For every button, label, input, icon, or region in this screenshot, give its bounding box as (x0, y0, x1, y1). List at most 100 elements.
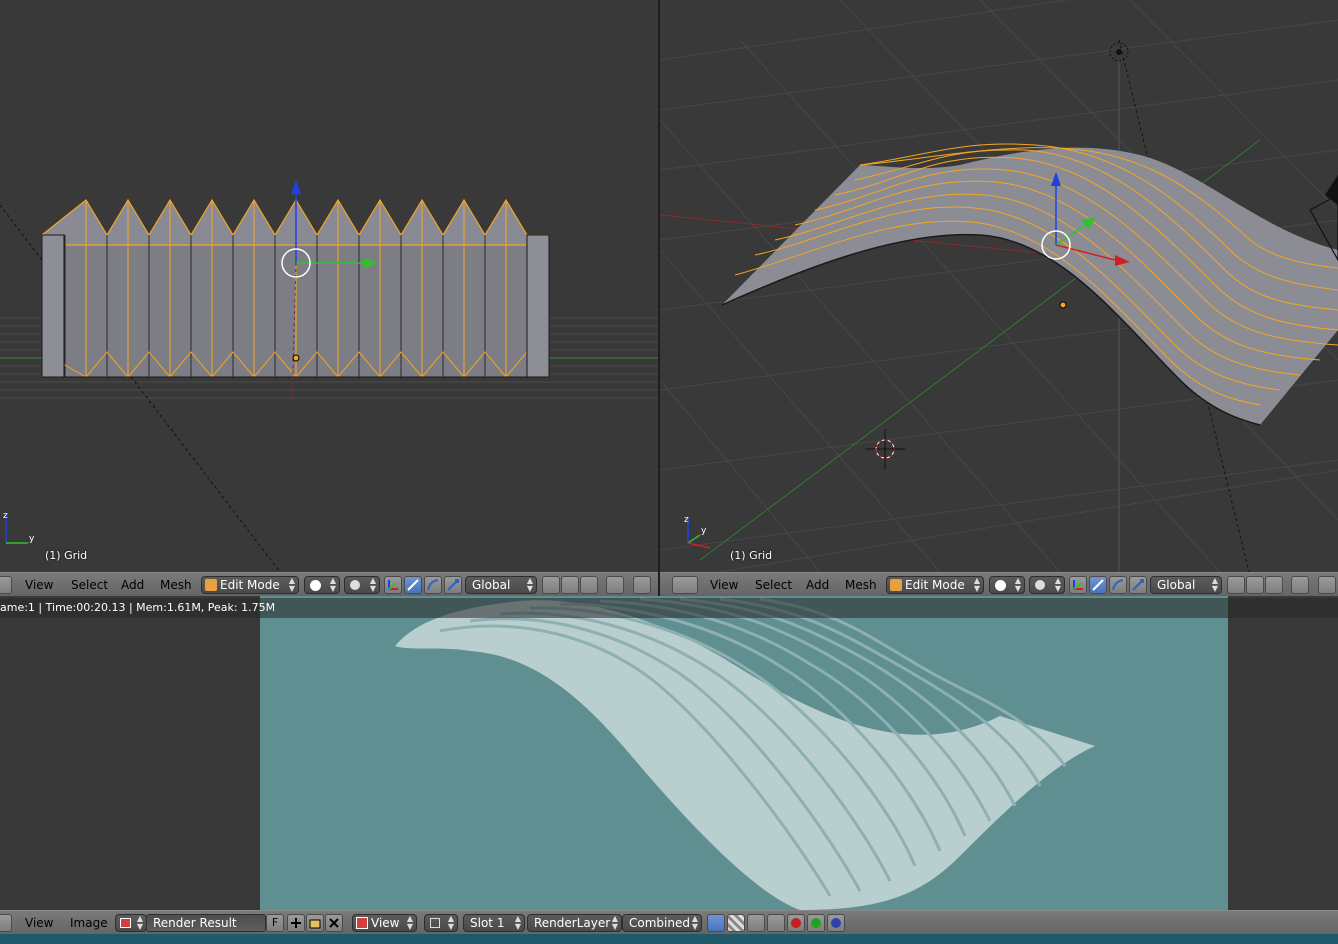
menu-view-right[interactable]: View (710, 576, 738, 594)
proportional-editing-button[interactable] (633, 576, 651, 594)
right-3d-viewport[interactable]: z y (1) Grid (660, 0, 1338, 572)
manipulator-toggle-right[interactable] (1069, 576, 1087, 594)
updown-arrow-icon: ▲ ▼ (611, 914, 618, 931)
view-axis-indicator-right: z y (684, 515, 711, 549)
render-slot-selector[interactable]: Slot 1 ▲ ▼ (463, 914, 525, 932)
image-editor-header: View Image ▲ ▼ Render Result F View ▲ ▼ ▲ ▼… (0, 910, 1338, 934)
blue-channel-button[interactable] (827, 914, 845, 932)
scale-manipulator-button[interactable] (444, 576, 462, 594)
mode-selector-right[interactable]: Edit Mode ▲ ▼ (886, 576, 984, 594)
menu-add[interactable]: Add (121, 576, 144, 594)
editor-type-menu-right[interactable] (672, 576, 698, 594)
image-name-field[interactable]: Render Result (146, 914, 266, 932)
mode-selector[interactable]: Edit Mode ▲ ▼ (201, 576, 299, 594)
render-stats-bar: ame:1 | Time:00:20.13 | Mem:1.61M, Peak:… (0, 598, 1338, 618)
face-select-mode-button[interactable] (580, 576, 598, 594)
object-name-label-right: (1) Grid (730, 549, 773, 562)
menu-select[interactable]: Select (71, 576, 108, 594)
solid-shading-icon (995, 580, 1006, 591)
menu-image[interactable]: Image (70, 914, 108, 932)
updown-arrow-icon: ▲ ▼ (406, 914, 413, 931)
updown-arrow-icon: ▲ ▼ (526, 576, 533, 593)
updown-arrow-icon: ▲ ▼ (288, 576, 295, 593)
view-mode-selector[interactable]: View ▲ ▼ (352, 914, 417, 932)
menu-mesh-right[interactable]: Mesh (845, 576, 877, 594)
face-select-mode-button-right[interactable] (1265, 576, 1283, 594)
pivot-icon (430, 918, 440, 928)
image-icon (120, 918, 131, 928)
updown-arrow-icon: ▲ ▼ (136, 914, 143, 931)
fake-user-button[interactable]: F (266, 914, 284, 932)
new-image-button[interactable] (287, 914, 305, 932)
right-view-header: View Select Add Mesh Edit Mode ▲ ▼ ▲ ▼ ▲ ▼ … (660, 572, 1338, 596)
edge-select-mode-button[interactable] (561, 576, 579, 594)
updown-arrow-icon: ▲ ▼ (1014, 576, 1021, 593)
svg-text:z: z (3, 511, 8, 521)
open-image-button[interactable] (306, 914, 324, 932)
updown-arrow-icon: ▲ ▼ (1211, 576, 1218, 593)
svg-text:z: z (684, 515, 689, 525)
draw-alpha-only-button[interactable] (767, 914, 785, 932)
3d-cursor-icon[interactable] (865, 429, 905, 469)
updown-arrow-icon: ▲ ▼ (691, 914, 698, 931)
unlink-image-button[interactable] (325, 914, 343, 932)
vertex-select-mode-button-right[interactable] (1227, 576, 1245, 594)
menu-select-right[interactable]: Select (755, 576, 792, 594)
pivot-icon (1035, 580, 1045, 590)
scale-manipulator-button-right[interactable] (1129, 576, 1147, 594)
vertex-select-mode-button[interactable] (542, 576, 560, 594)
render-pass-selector[interactable]: Combined ▲ ▼ (622, 914, 702, 932)
view-icon (356, 917, 368, 929)
render-layer-selector[interactable]: RenderLayer ▲ ▼ (527, 914, 622, 932)
left-3d-viewport[interactable]: z y (1) Grid (0, 0, 658, 572)
view-axis-indicator: z y (3, 511, 35, 544)
lamp-object-icon[interactable] (1109, 42, 1129, 62)
updown-arrow-icon: ▲ ▼ (973, 576, 980, 593)
edge-select-mode-button-right[interactable] (1246, 576, 1264, 594)
transform-orientation-selector[interactable]: Global ▲ ▼ (465, 576, 537, 594)
updown-arrow-icon: ▲ ▼ (514, 914, 521, 931)
proportional-editing-button-right[interactable] (1318, 576, 1336, 594)
rotate-manipulator-button-right[interactable] (1109, 576, 1127, 594)
updown-arrow-icon: ▲ ▼ (329, 576, 336, 593)
image-browse-selector[interactable]: ▲ ▼ (115, 914, 147, 932)
pivot-selector-image[interactable]: ▲ ▼ (424, 914, 458, 932)
svg-text:y: y (701, 526, 707, 536)
right-viewport-canvas[interactable]: z y (660, 0, 1338, 572)
left-view-header: View Select Add Mesh Edit Mode ▲ ▼ ▲ ▼ ▲ ▼ … (0, 572, 658, 596)
menu-view-image[interactable]: View (25, 914, 53, 932)
viewport-shading-selector-right[interactable]: ▲ ▼ (989, 576, 1025, 594)
red-channel-button[interactable] (787, 914, 805, 932)
occlude-geometry-button[interactable] (606, 576, 624, 594)
updown-arrow-icon: ▲ ▼ (1054, 576, 1061, 593)
updown-arrow-icon: ▲ ▼ (369, 576, 376, 593)
menu-view[interactable]: View (25, 576, 53, 594)
edit-mode-icon (205, 579, 217, 591)
edit-mode-icon (890, 579, 902, 591)
object-name-label: (1) Grid (45, 549, 88, 562)
transform-orientation-selector-right[interactable]: Global ▲ ▼ (1150, 576, 1222, 594)
image-editor-area[interactable] (0, 596, 1338, 910)
menu-mesh[interactable]: Mesh (160, 576, 192, 594)
green-channel-button[interactable] (807, 914, 825, 932)
manipulator-toggle[interactable] (384, 576, 402, 594)
occlude-geometry-button-right[interactable] (1291, 576, 1309, 594)
svg-text:y: y (29, 534, 35, 544)
viewport-shading-selector[interactable]: ▲ ▼ (304, 576, 340, 594)
draw-image-color-button[interactable] (707, 914, 725, 932)
editor-type-menu-image[interactable] (0, 914, 12, 932)
left-viewport-canvas[interactable]: z y (0, 0, 658, 572)
editor-type-menu[interactable] (0, 576, 12, 594)
rotate-manipulator-button[interactable] (424, 576, 442, 594)
draw-z-buffer-button[interactable] (747, 914, 765, 932)
pivot-point-selector[interactable]: ▲ ▼ (344, 576, 380, 594)
bottom-info-strip (0, 934, 1338, 944)
render-result-canvas[interactable] (0, 596, 1338, 910)
grid-mesh-perspective[interactable] (721, 143, 1338, 426)
draw-image-alpha-button[interactable] (727, 914, 745, 932)
translate-manipulator-button-right[interactable] (1089, 576, 1107, 594)
menu-add-right[interactable]: Add (806, 576, 829, 594)
pivot-point-selector-right[interactable]: ▲ ▼ (1029, 576, 1065, 594)
pivot-icon (350, 580, 360, 590)
translate-manipulator-button[interactable] (404, 576, 422, 594)
